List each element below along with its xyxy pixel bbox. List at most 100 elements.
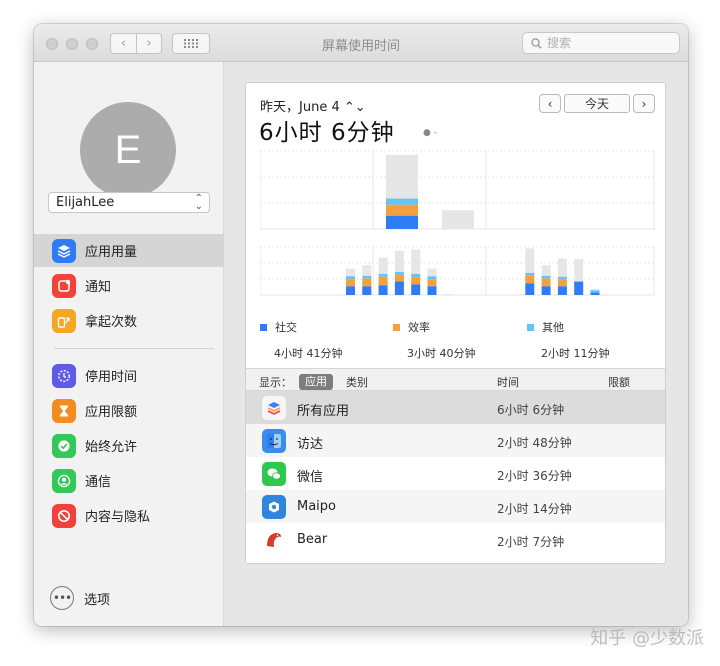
- next-day-button[interactable]: ›: [633, 94, 655, 113]
- search-input[interactable]: [547, 36, 667, 50]
- avatar[interactable]: E: [80, 102, 176, 198]
- sidebar-item-label: 停用时间: [85, 370, 138, 385]
- usage-panel: 昨天，June 4 ⌃⌄ 6小时 6分钟 ● - ‹ 今天 › 社交 4小时 4…: [245, 82, 666, 564]
- hourly-bar-other: [590, 290, 600, 293]
- hourly-bar-social: [427, 286, 437, 295]
- search-field[interactable]: [522, 32, 680, 54]
- person-icon: [52, 468, 76, 493]
- more-icon: •••: [50, 586, 74, 610]
- column-limit[interactable]: 限额: [608, 374, 630, 390]
- segment-categories[interactable]: 类别: [346, 374, 368, 390]
- sidebar-item-content-privacy[interactable]: 内容与隐私: [34, 499, 224, 532]
- legend-swatch: [260, 324, 267, 331]
- hourly-bar-social: [557, 286, 567, 295]
- show-label: 显示：: [259, 376, 292, 389]
- hourly-bar-social: [590, 292, 600, 295]
- total-usage: 6小时 6分钟: [259, 120, 395, 146]
- hourly-bar-productivity: [525, 275, 535, 284]
- hourly-bar-other: [394, 271, 404, 275]
- hourly-bar-remainder: [411, 249, 421, 274]
- hourly-bar-other: [557, 276, 567, 280]
- hourly-bar-productivity: [378, 276, 388, 286]
- hourly-bar-other: [346, 276, 355, 280]
- chevron-right-icon: ›: [641, 96, 647, 111]
- hourly-bar-remainder: [525, 248, 535, 273]
- hourly-bar-social: [394, 281, 404, 295]
- daily-bar-remainder: [442, 210, 474, 229]
- list-row-bear[interactable]: Bear 2小时 7分钟: [246, 523, 665, 556]
- legend-label: 其他: [542, 321, 564, 334]
- legend-label: 社交: [275, 321, 297, 334]
- daily-bar-social: [386, 215, 418, 229]
- total-indicator: ● -: [423, 128, 437, 138]
- user-select[interactable]: ElijahLee ⌃ ⌄: [48, 192, 210, 213]
- sidebar-item-always-allowed[interactable]: 始终允许: [34, 429, 224, 462]
- app-name: Maipo: [297, 499, 336, 514]
- sidebar-item-app-usage[interactable]: 应用用量: [34, 234, 224, 267]
- sidebar-item-app-limits[interactable]: 应用限额: [34, 394, 224, 427]
- sidebar-item-label: 应用用量: [85, 245, 138, 260]
- list-row-all-apps[interactable]: 所有应用 6小时 6分钟: [246, 391, 665, 424]
- sidebar-item-label: 始终允许: [85, 440, 138, 455]
- hourly-bar-social: [574, 281, 584, 295]
- checkmark-icon: [52, 433, 76, 458]
- wechat-icon: [262, 462, 286, 486]
- hourly-bar-social: [541, 286, 551, 295]
- layers-icon: [52, 238, 76, 263]
- pickup-icon: [52, 308, 76, 333]
- bell-square-icon: [52, 273, 76, 298]
- legend-label: 效率: [408, 321, 430, 334]
- hourly-bar-remainder: [378, 257, 388, 274]
- stack-icon: [262, 396, 286, 420]
- up-down-chevron-icon: ⌃ ⌄: [194, 193, 203, 212]
- legend-value: 3小时 40分钟: [407, 347, 476, 360]
- sidebar-item-downtime[interactable]: 停用时间: [34, 359, 224, 392]
- legend-value: 4小时 41分钟: [274, 347, 343, 360]
- list-row-wechat[interactable]: 微信 2小时 36分钟: [246, 457, 665, 490]
- hourly-bar-productivity: [557, 279, 567, 287]
- hourly-bar-productivity: [411, 276, 421, 285]
- hourly-bar-remainder: [346, 268, 355, 277]
- chevron-left-icon: ‹: [547, 96, 553, 111]
- hourly-bar-productivity: [541, 278, 551, 287]
- hourly-bar-other: [427, 276, 437, 280]
- sidebar-item-label: 通信: [85, 475, 112, 490]
- title-bar: ‹ › 屏幕使用时间: [34, 24, 688, 62]
- prohibit-icon: [52, 503, 76, 528]
- daily-bar-remainder: [386, 154, 418, 199]
- app-time: 6小时 6分钟: [497, 403, 565, 417]
- legend-other: 其他 2小时 11分钟: [527, 319, 610, 361]
- maipo-icon: [262, 495, 286, 519]
- hourly-bar-productivity: [362, 278, 372, 287]
- user-select-value: ElijahLee: [56, 195, 115, 210]
- hourly-bar-remainder: [362, 265, 372, 276]
- sidebar-item-pickups[interactable]: 拿起次数: [34, 304, 224, 337]
- list-row-maipo[interactable]: Maipo 2小时 14分钟: [246, 490, 665, 523]
- column-time[interactable]: 时间: [497, 374, 519, 390]
- sidebar: E ElijahLee ⌃ ⌄ 应用用量 通知 拿起次数 停用时间 应用限额 始…: [34, 62, 224, 626]
- hourly-bar-social: [362, 286, 372, 295]
- downtime-icon: [52, 363, 76, 388]
- hourly-bar-other: [411, 273, 421, 277]
- app-time: 2小时 36分钟: [497, 469, 572, 483]
- app-time: 2小时 14分钟: [497, 502, 572, 516]
- options-button[interactable]: ••• 选项: [50, 586, 110, 610]
- sidebar-divider: [54, 348, 214, 349]
- hourly-bar-remainder: [557, 258, 567, 277]
- day-pager: ‹ 今天 ›: [539, 94, 655, 113]
- sidebar-item-communication[interactable]: 通信: [34, 464, 224, 497]
- today-button[interactable]: 今天: [564, 94, 630, 113]
- options-label: 选项: [84, 592, 111, 608]
- legend-value: 2小时 11分钟: [541, 347, 610, 360]
- sidebar-item-notifications[interactable]: 通知: [34, 269, 224, 302]
- legend-swatch: [393, 324, 400, 331]
- hourly-bar-social: [346, 286, 355, 295]
- app-name: Bear: [297, 532, 328, 547]
- hourly-bar-other: [362, 275, 372, 279]
- hourly-bar-social: [525, 283, 535, 295]
- previous-day-button[interactable]: ‹: [539, 94, 561, 113]
- list-row-finder[interactable]: 访达 2小时 48分钟: [246, 424, 665, 457]
- segment-apps[interactable]: 应用: [299, 374, 333, 390]
- hourly-bar-social: [378, 285, 388, 295]
- hourly-bar-other: [525, 272, 535, 276]
